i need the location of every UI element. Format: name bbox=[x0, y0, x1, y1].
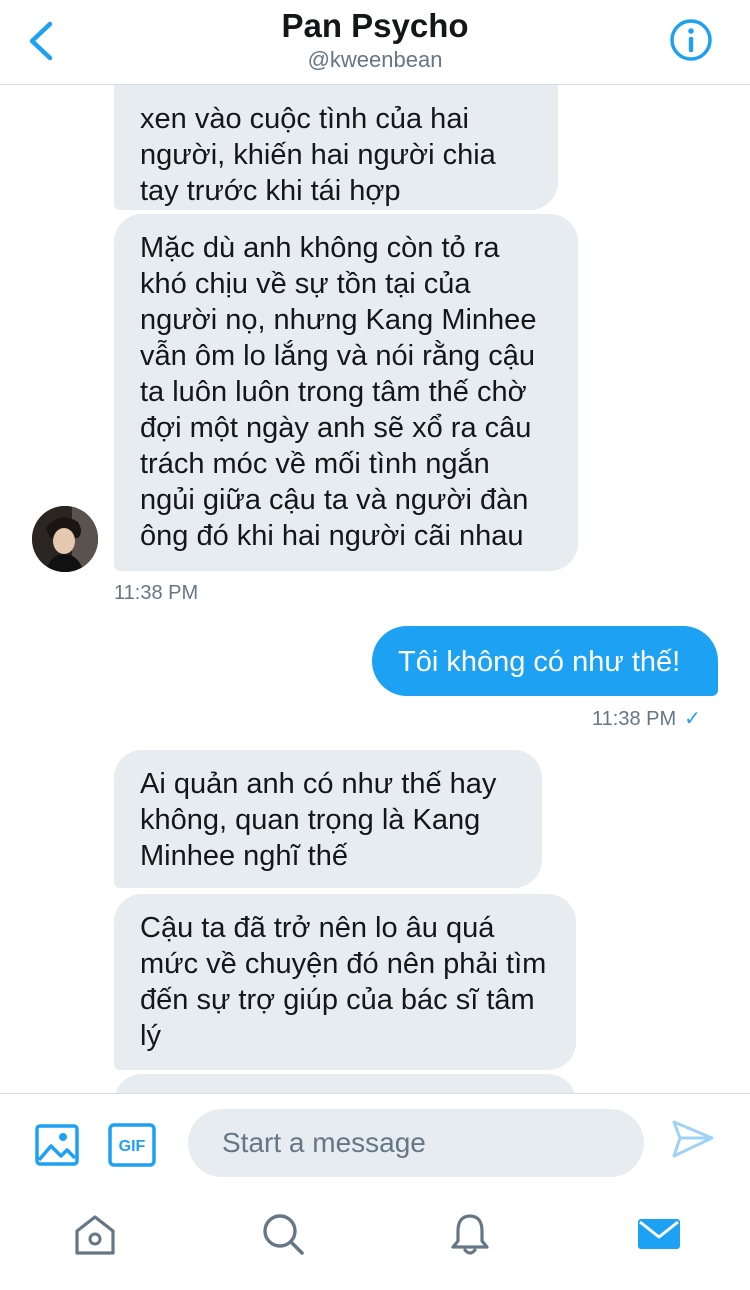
image-icon bbox=[35, 1124, 79, 1166]
search-icon bbox=[263, 1214, 304, 1255]
avatar[interactable] bbox=[32, 506, 98, 572]
message-text: Tôi không có như thế! bbox=[398, 646, 681, 678]
message-composer: GIF bbox=[0, 1093, 750, 1193]
dm-conversation-screen: Pan Psycho @kweenbean xen vào cuộc tình … bbox=[0, 0, 750, 1290]
message-bubble-received[interactable]: Cậu ta đã trở nên lo âu quá mức về chuyệ… bbox=[114, 894, 576, 1070]
message-text: Mặc dù anh không còn tỏ ra khó chịu về s… bbox=[140, 232, 537, 552]
notifications-icon bbox=[451, 1214, 489, 1255]
send-button[interactable] bbox=[670, 1116, 716, 1162]
gif-button[interactable]: GIF bbox=[108, 1122, 156, 1168]
sent-timestamp-row: 11:38 PM ✓ bbox=[592, 706, 722, 731]
conversation-header: Pan Psycho @kweenbean bbox=[0, 0, 750, 85]
conversation-title-block[interactable]: Pan Psycho @kweenbean bbox=[0, 6, 750, 74]
media-button[interactable] bbox=[34, 1122, 80, 1168]
message-bubble-received[interactable]: xen vào cuộc tình của hai người, khiến h… bbox=[114, 85, 558, 210]
message-bubble-received[interactable]: Mặc dù anh không còn tỏ ra khó chịu về s… bbox=[114, 214, 578, 571]
home-icon bbox=[75, 1215, 115, 1255]
sent-check-icon: ✓ bbox=[684, 708, 701, 730]
message-list[interactable]: xen vào cuộc tình của hai người, khiến h… bbox=[0, 85, 750, 1093]
message-text: Ai quản anh có như thế hay không, quan t… bbox=[140, 768, 497, 872]
message-text: xen vào cuộc tình của hai người, khiến h… bbox=[140, 103, 496, 207]
tab-search[interactable] bbox=[260, 1211, 306, 1257]
bottom-tab-bar bbox=[0, 1193, 750, 1290]
conversation-handle: @kweenbean bbox=[307, 47, 443, 72]
gif-icon: GIF bbox=[108, 1123, 156, 1167]
conversation-title: Pan Psycho bbox=[281, 7, 469, 44]
message-input[interactable] bbox=[188, 1109, 644, 1177]
message-bubble-partial[interactable] bbox=[114, 1074, 576, 1093]
tab-messages[interactable] bbox=[636, 1211, 682, 1257]
messages-icon bbox=[638, 1219, 680, 1249]
avatar-image bbox=[32, 506, 98, 572]
message-bubble-sent[interactable]: Tôi không có như thế! bbox=[372, 626, 718, 696]
sent-timestamp: 11:38 PM bbox=[592, 708, 677, 730]
tab-notifications[interactable] bbox=[447, 1211, 493, 1257]
message-bubble-received[interactable]: Ai quản anh có như thế hay không, quan t… bbox=[114, 750, 542, 888]
message-text: Cậu ta đã trở nên lo âu quá mức về chuyệ… bbox=[140, 912, 547, 1052]
gif-label: GIF bbox=[119, 1138, 146, 1155]
tab-home[interactable] bbox=[72, 1211, 118, 1257]
info-icon bbox=[670, 19, 712, 61]
send-icon bbox=[672, 1120, 714, 1158]
info-button[interactable] bbox=[669, 18, 713, 62]
received-timestamp: 11:38 PM bbox=[114, 582, 199, 604]
